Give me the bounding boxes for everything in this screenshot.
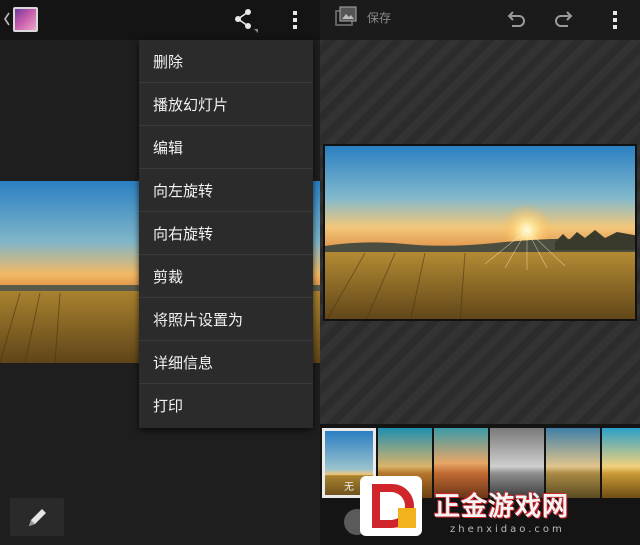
- gallery-app-icon[interactable]: [13, 7, 38, 32]
- chevron-left-icon[interactable]: [3, 10, 11, 28]
- action-bar: [0, 0, 320, 40]
- menu-item-set-as[interactable]: 将照片设置为: [139, 298, 313, 341]
- menu-item-rotate-left[interactable]: 向左旋转: [139, 169, 313, 212]
- menu-item-rotate-right[interactable]: 向右旋转: [139, 212, 313, 255]
- editing-photo[interactable]: [323, 144, 637, 321]
- photo-editor-pane: 保存 无: [320, 0, 640, 545]
- watermark-logo-icon: [360, 476, 422, 536]
- share-icon[interactable]: [232, 7, 258, 33]
- editor-action-bar: 保存: [320, 0, 640, 40]
- overflow-menu-icon[interactable]: [608, 9, 622, 31]
- menu-item-print[interactable]: 打印: [139, 384, 313, 427]
- menu-item-crop[interactable]: 剪裁: [139, 255, 313, 298]
- watermark: 正金游戏网 zhenxidao.com: [354, 468, 640, 545]
- overflow-menu: 删除 播放幻灯片 编辑 向左旋转 向右旋转 剪裁 将照片设置为 详细信息 打印: [139, 40, 313, 428]
- menu-item-delete[interactable]: 删除: [139, 40, 313, 83]
- menu-item-edit[interactable]: 编辑: [139, 126, 313, 169]
- menu-item-details[interactable]: 详细信息: [139, 341, 313, 384]
- watermark-url: zhenxidao.com: [450, 524, 565, 535]
- undo-icon[interactable]: [504, 8, 526, 30]
- pencil-icon: [29, 509, 46, 526]
- gallery-viewer-pane: 删除 播放幻灯片 编辑 向左旋转 向右旋转 剪裁 将照片设置为 详细信息 打印: [0, 0, 320, 545]
- watermark-text: 正金游戏网: [434, 492, 570, 522]
- save-photo-icon[interactable]: [335, 6, 357, 28]
- edit-button[interactable]: [10, 498, 64, 536]
- menu-item-slideshow[interactable]: 播放幻灯片: [139, 83, 313, 126]
- overflow-menu-icon[interactable]: [288, 9, 302, 31]
- save-label[interactable]: 保存: [367, 9, 391, 26]
- redo-icon[interactable]: [554, 8, 576, 30]
